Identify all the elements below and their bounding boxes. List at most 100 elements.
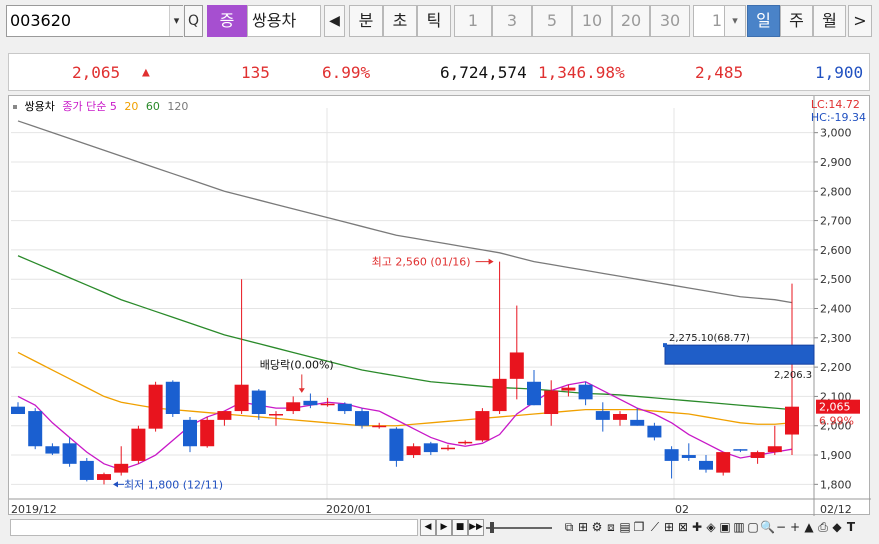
candle-body (148, 384, 163, 429)
clone-icon[interactable]: ❐ (632, 520, 646, 535)
scroll-left-icon[interactable]: ◀ (420, 519, 436, 536)
y-tick-label: 2,800 (820, 185, 852, 198)
interval-5-button[interactable]: 5 (532, 5, 572, 37)
candle-body (97, 474, 111, 480)
window-icon[interactable]: ⧈ (604, 520, 618, 535)
stop-icon[interactable]: ■ (452, 519, 468, 536)
candle-body (630, 419, 645, 426)
candle-body (11, 406, 25, 415)
zoom-in-icon[interactable]: + (788, 520, 802, 535)
candle-body (681, 455, 696, 458)
mirror-icon[interactable]: ⊠ (676, 520, 690, 535)
zoom-out-icon[interactable]: − (774, 520, 788, 535)
code-dropdown-icon[interactable]: ▾ (169, 6, 183, 36)
y-tick-label: 2,500 (820, 273, 852, 286)
current-price: 2,065 (72, 63, 121, 82)
candle-body (372, 425, 387, 428)
range-day-button[interactable]: 일 (747, 5, 780, 37)
search-icon[interactable]: Q (184, 5, 203, 37)
layout-icon[interactable]: ▤ (618, 520, 632, 535)
candle-body (303, 400, 318, 406)
candle-body (406, 446, 421, 456)
period-minute-button[interactable]: 분 (349, 5, 383, 37)
candle-body (337, 403, 352, 412)
draw-line-icon[interactable]: ⟋ (648, 520, 662, 535)
candle-body (217, 411, 232, 420)
copy-icon[interactable]: ⊞ (576, 520, 590, 535)
print-icon[interactable]: ⎙ (816, 520, 830, 535)
chart-legend: 쌍용차 종가 단순 5 20 60 120 (13, 98, 192, 114)
x-tick-label: 02 (675, 503, 689, 516)
candle-body (114, 463, 129, 473)
candle-body (183, 419, 197, 447)
candle-body (251, 390, 266, 415)
projection-box (664, 344, 815, 365)
text-tool-icon[interactable]: T (844, 520, 858, 535)
grid-icon[interactable]: ⊞ (662, 520, 676, 535)
settings-icon[interactable]: ⚙ (590, 520, 604, 535)
y-tick-label: 1,800 (820, 478, 852, 491)
speed-slider-handle[interactable] (490, 522, 494, 533)
y-tick-label: 2,600 (820, 244, 852, 257)
range-week-button[interactable]: 주 (780, 5, 813, 37)
interval-1-button[interactable]: 1 (454, 5, 492, 37)
legend-ma20: 20 (124, 100, 139, 113)
interval-10-button[interactable]: 10 (572, 5, 612, 37)
fast-forward-icon[interactable]: ▶▶ (468, 519, 484, 536)
bookmark-icon[interactable]: ▲ (802, 520, 816, 535)
interval-30-button[interactable]: 30 (650, 5, 690, 37)
interval-3-button[interactable]: 3 (492, 5, 532, 37)
candle-body (527, 381, 541, 406)
candle-body (79, 460, 94, 480)
up-arrow-icon: ▲ (142, 65, 150, 80)
candle-body (578, 384, 593, 400)
candle-body (389, 428, 404, 461)
next-button[interactable]: > (848, 5, 872, 37)
current-price-tag-label: 2,065 (819, 401, 851, 414)
prev-stock-button[interactable]: ◀ (324, 5, 345, 37)
interval-dropdown-icon[interactable]: ▾ (724, 5, 746, 37)
chart-canvas[interactable]: 1,8001,9002,0002,1002,2002,3002,4002,500… (9, 96, 871, 516)
y-tick-label: 1,900 (820, 449, 852, 462)
price-chart[interactable]: 1,800 1,900 2,000 2,100 2,200 2,300 2,400 2,500… (8, 95, 871, 516)
candle-body (200, 419, 215, 447)
date-scrollbar[interactable] (10, 519, 418, 536)
candle-body (595, 411, 610, 420)
x-tick-label: 02/12 (820, 503, 852, 516)
market-badge: 증 (207, 5, 247, 37)
zoom-icon[interactable]: 🔍 (760, 520, 775, 535)
candle-body (733, 449, 748, 451)
box-icon[interactable]: ▢ (746, 520, 760, 535)
current-rate-tag-label: 6.99% (819, 415, 854, 428)
screenshot-icon[interactable]: ⧉ (562, 520, 576, 535)
period-tick-button[interactable]: 틱 (417, 5, 451, 37)
volume: 6,724,574 (440, 63, 527, 82)
interval-value-input[interactable]: 1 (693, 5, 725, 37)
speed-slider[interactable] (486, 527, 552, 529)
period-second-button[interactable]: 초 (383, 5, 417, 37)
x-tick-label: 2019/12 (11, 503, 57, 516)
interval-20-button[interactable]: 20 (612, 5, 650, 37)
candle-body (561, 387, 576, 391)
play-icon[interactable]: ▶ (436, 519, 452, 536)
y-tick-label: 2,300 (820, 332, 852, 345)
panel-icon[interactable]: ▣ (718, 520, 732, 535)
candle-body (716, 452, 731, 473)
high-arrow-icon (488, 258, 494, 265)
range-month-button[interactable]: 월 (813, 5, 846, 37)
crosshair-icon[interactable]: ✚ (690, 520, 704, 535)
candle-body (269, 414, 283, 416)
marker-icon[interactable]: ◈ (704, 520, 718, 535)
bottom-bar: ◀ ▶ ■ ▶▶ ⧉ ⊞ ⚙ ⧈ ▤ ❐ ⟋ ⊞ ⊠ ✚ ◈ ▣ ▥ ▢ 🔍 −… (8, 516, 870, 540)
stock-code-input[interactable]: 003620 (6, 5, 183, 37)
price-change: 135 (241, 63, 270, 82)
low-price: 1,900 (815, 63, 864, 82)
legend-stock-name: 쌍용차 (24, 100, 55, 113)
bar-icon[interactable]: ▥ (732, 520, 746, 535)
fill-icon[interactable]: ◆ (830, 520, 844, 535)
lc-value: LC:14.72 (810, 98, 860, 111)
lc-hc-panel: LC:14.72 HC:-19.34 (811, 98, 866, 124)
stock-name-field[interactable]: 쌍용차 (247, 5, 321, 37)
legend-ma5: 종가 단순 5 (62, 100, 117, 113)
dividend-annotation: 배당락(0.00%) (260, 359, 334, 372)
